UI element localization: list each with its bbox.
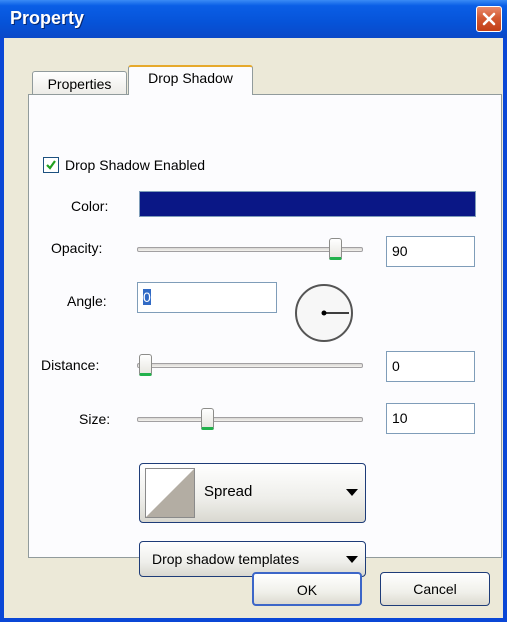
drop-shadow-panel: Drop Shadow Enabled Color: Opacity: 90 A… (28, 94, 502, 577)
chevron-down-icon (346, 489, 358, 496)
distance-label: Distance: (41, 357, 100, 373)
drop-shadow-enabled-checkbox[interactable] (43, 157, 59, 173)
color-label: Color: (71, 198, 109, 214)
angle-input[interactable]: 0 (137, 282, 277, 313)
tab-drop-shadow[interactable]: Drop Shadow (128, 65, 253, 95)
opacity-input[interactable]: 90 (386, 236, 475, 267)
close-button[interactable] (476, 6, 502, 32)
distance-slider-track[interactable] (137, 363, 363, 368)
chevron-down-icon (346, 556, 358, 563)
cancel-button[interactable]: Cancel (380, 572, 490, 606)
angle-value: 0 (143, 289, 151, 305)
spread-preview-icon (145, 468, 195, 518)
opacity-label: Opacity: (51, 240, 103, 256)
tab-properties[interactable]: Properties (32, 71, 127, 95)
drop-shadow-enabled-label: Drop Shadow Enabled (65, 157, 206, 173)
ok-button[interactable]: OK (252, 572, 362, 606)
angle-label: Angle: (67, 293, 107, 309)
property-window: Property Properties Drop Shadow Drop Sha… (0, 0, 507, 622)
spread-label: Spread (204, 483, 253, 500)
title-bar[interactable]: Property (0, 0, 507, 38)
spread-dropdown[interactable]: Spread (139, 463, 366, 523)
close-icon (482, 12, 496, 26)
color-picker[interactable] (139, 191, 476, 217)
size-label: Size: (79, 411, 111, 427)
distance-slider-thumb[interactable] (139, 354, 152, 376)
distance-input[interactable]: 0 (386, 351, 475, 382)
opacity-slider-thumb[interactable] (329, 238, 342, 260)
checkmark-icon (46, 160, 56, 170)
size-slider-track[interactable] (137, 417, 363, 422)
dialog-client-area: Properties Drop Shadow Drop Shadow Enabl… (4, 38, 503, 618)
drop-shadow-templates-label: Drop shadow templates (152, 551, 300, 567)
angle-dial-needle-icon (321, 310, 349, 316)
window-title: Property (10, 8, 85, 28)
size-slider-thumb[interactable] (201, 408, 214, 430)
angle-dial[interactable] (295, 284, 353, 342)
size-input[interactable]: 10 (386, 403, 475, 434)
